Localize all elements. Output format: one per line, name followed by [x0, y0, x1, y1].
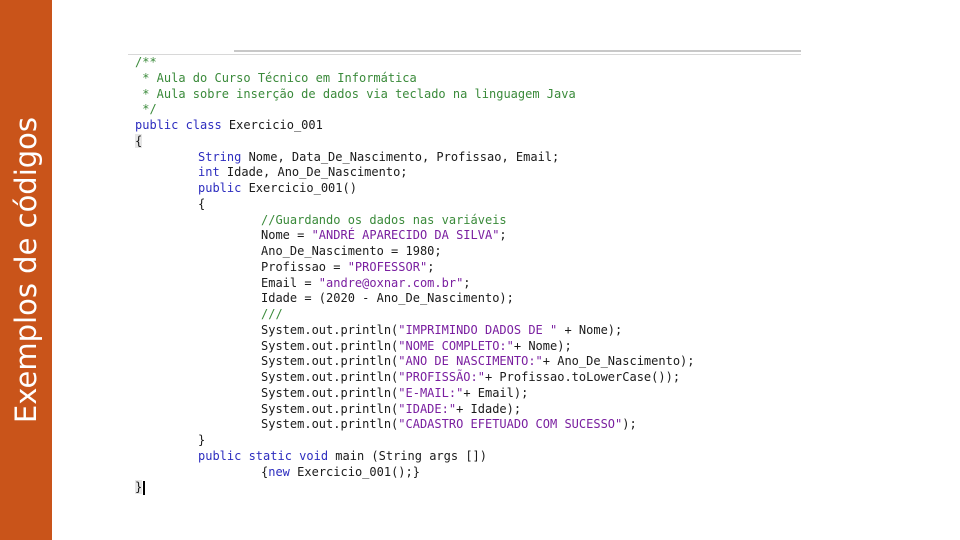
- string-literal: "IDADE:": [398, 401, 457, 416]
- code-line: }: [198, 433, 206, 447]
- code-line: Ano_De_Nascimento = 1980;: [261, 244, 442, 258]
- code-text: Email =: [261, 275, 319, 290]
- string-literal: "ANDRÉ APARECIDO DA SILVA": [311, 228, 500, 243]
- code-text: Nome, Data_De_Nascimento, Profissao, Ema…: [241, 149, 560, 164]
- code-text: System.out.println(: [261, 354, 399, 369]
- matched-brace: }: [135, 480, 143, 495]
- code-line: String Nome, Data_De_Nascimento, Profiss…: [135, 150, 695, 166]
- code-line: {: [198, 196, 206, 211]
- code-line: ///: [261, 307, 283, 321]
- code-line: System.out.println("PROFISSÃO:"+ Profiss…: [135, 370, 695, 386]
- string-literal: "PROFISSÃO:": [398, 370, 485, 384]
- code-line: * Aula sobre inserção de dados via tecla…: [135, 86, 576, 101]
- code-text: ;: [463, 275, 471, 290]
- code-text: + Idade);: [456, 401, 522, 416]
- string-literal: "ANO DE NASCIMENTO:": [398, 354, 543, 369]
- code-line: /**: [135, 55, 157, 69]
- code-text: );: [622, 417, 637, 432]
- code-line: //Guardando os dados nas variáveis: [261, 212, 507, 227]
- code-line: public class Exercicio_001: [135, 118, 695, 134]
- string-literal: "andre@oxnar.com.br": [318, 275, 464, 290]
- code-text: System.out.println(: [261, 401, 399, 416]
- code-line: int Idade, Ano_De_Nascimento;: [135, 165, 695, 181]
- code-line: * Aula do Curso Técnico em Informática: [135, 70, 417, 85]
- code-text: + Profissao.toLowerCase());: [484, 370, 681, 384]
- code-line: System.out.println("E-MAIL:"+ Email);: [135, 386, 695, 402]
- code-text: + Nome);: [513, 338, 572, 353]
- matched-brace: {: [135, 133, 143, 148]
- keyword: public: [198, 181, 242, 195]
- code-text: System.out.println(: [261, 370, 399, 384]
- code-text: Idade, Ano_De_Nascimento;: [219, 165, 408, 180]
- slide-side-bar: Exemplos de códigos: [0, 0, 52, 540]
- code-line: public Exercicio_001(): [135, 181, 695, 197]
- code-line: }: [135, 480, 695, 496]
- string-literal: "PROFESSOR": [347, 259, 428, 274]
- code-text: ;: [427, 259, 435, 274]
- code-line: Email = "andre@oxnar.com.br";: [135, 276, 695, 292]
- code-text: + Ano_De_Nascimento);: [542, 354, 695, 369]
- code-text: + Email);: [463, 385, 529, 400]
- keyword: int: [198, 165, 220, 180]
- code-line: System.out.println("ANO DE NASCIMENTO:"+…: [135, 354, 695, 370]
- code-line: Profissao = "PROFESSOR";: [135, 260, 695, 276]
- code-line: {new Exercicio_001();}: [135, 465, 695, 481]
- keyword: public static void: [198, 448, 329, 463]
- code-text: System.out.println(: [261, 417, 399, 432]
- string-literal: "NOME COMPLETO:": [398, 338, 514, 353]
- code-editor[interactable]: /** * Aula do Curso Técnico em Informáti…: [135, 55, 695, 496]
- code-text: Exercicio_001(): [241, 181, 357, 195]
- code-text: Nome =: [261, 228, 312, 243]
- code-text: ;: [499, 228, 507, 243]
- code-line: */: [135, 102, 157, 117]
- string-literal: "E-MAIL:": [398, 385, 464, 400]
- code-text: System.out.println(: [261, 385, 399, 400]
- slide-title: Exemplos de códigos: [9, 116, 43, 424]
- keyword: String: [198, 149, 242, 164]
- code-line: System.out.println("CADASTRO EFETUADO CO…: [135, 417, 695, 433]
- keyword: public class: [135, 118, 222, 132]
- editor-top-border: [234, 50, 801, 52]
- code-text: Exercicio_001: [221, 118, 323, 132]
- code-text: main (String args []): [328, 448, 487, 463]
- keyword: new: [268, 464, 290, 479]
- string-literal: "CADASTRO EFETUADO COM SUCESSO": [398, 417, 623, 432]
- string-literal: "IMPRIMINDO DADOS DE ": [398, 322, 558, 337]
- code-line: Nome = "ANDRÉ APARECIDO DA SILVA";: [135, 228, 695, 244]
- code-line: Idade = (2020 - Ano_De_Nascimento);: [261, 291, 514, 306]
- code-line: System.out.println("IMPRIMINDO DADOS DE …: [135, 323, 695, 339]
- code-line: public static void main (String args []): [135, 449, 695, 465]
- code-text: Profissao =: [261, 259, 348, 274]
- text-cursor: [143, 480, 146, 495]
- code-text: System.out.println(: [261, 338, 399, 353]
- code-line: {: [135, 133, 695, 150]
- code-text: + Nome);: [557, 322, 623, 337]
- code-line: System.out.println("IDADE:"+ Idade);: [135, 402, 695, 418]
- code-line: System.out.println("NOME COMPLETO:"+ Nom…: [135, 339, 695, 355]
- code-text: Exercicio_001();}: [289, 464, 420, 479]
- code-text: System.out.println(: [261, 322, 399, 337]
